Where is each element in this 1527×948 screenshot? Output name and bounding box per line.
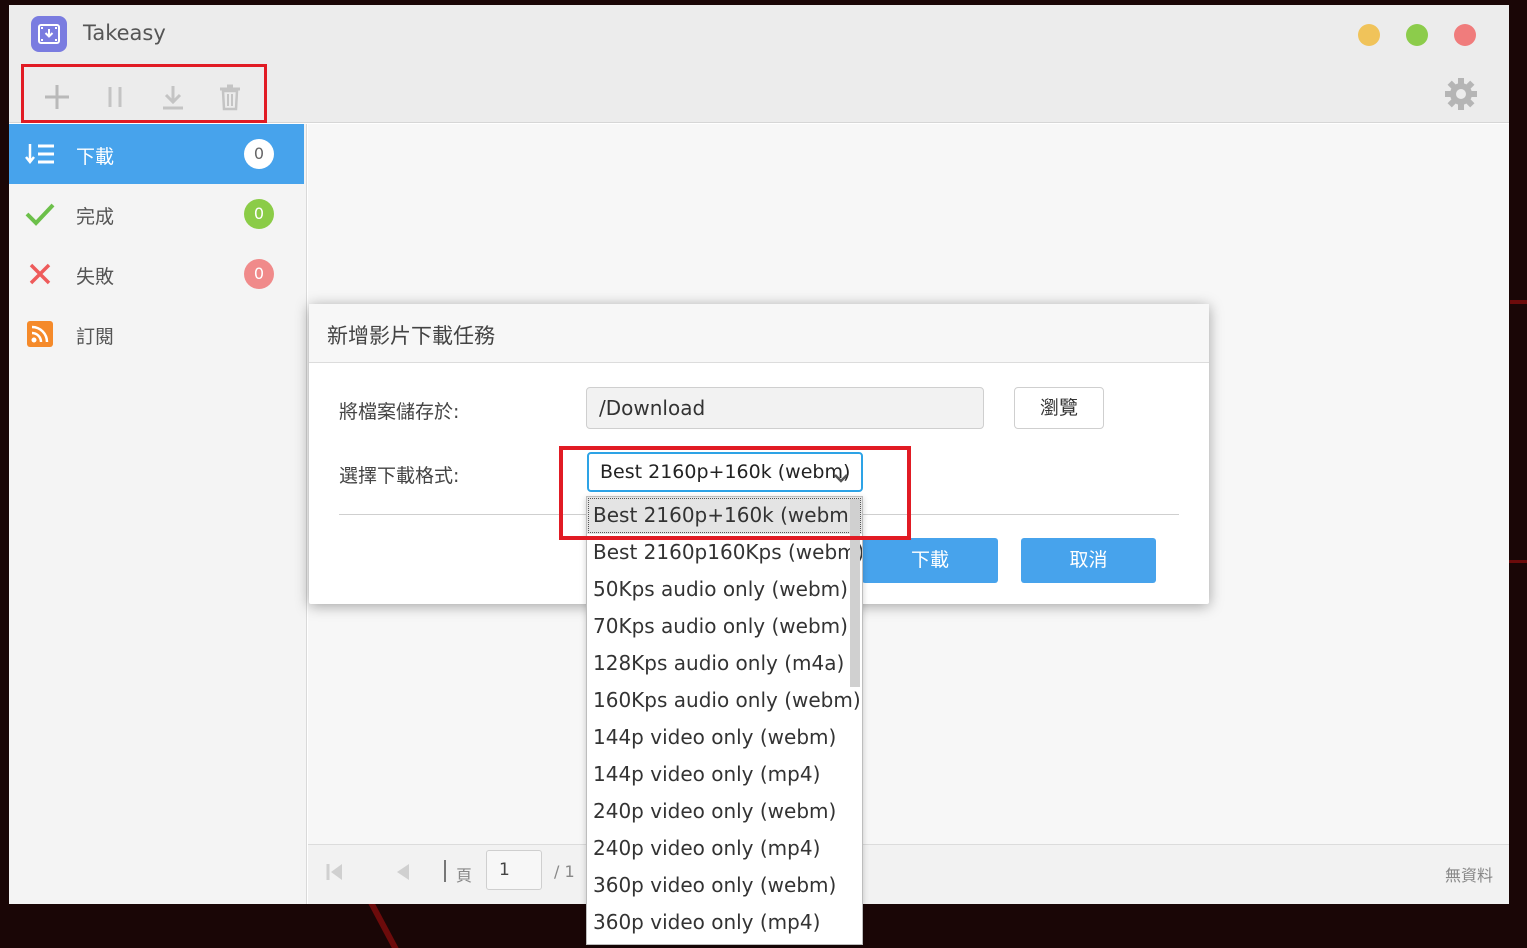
sidebar-item-label: 訂閱 xyxy=(76,326,115,348)
save-location-label: 將檔案儲存於: xyxy=(339,401,460,423)
plus-icon[interactable] xyxy=(41,81,73,113)
gear-icon[interactable] xyxy=(1444,77,1478,111)
dropdown-option[interactable]: 240p video only (webm) xyxy=(587,793,862,830)
dropdown-option[interactable]: 360p video only (webm) xyxy=(587,867,862,904)
sidebar-item-subscriptions[interactable]: 訂閱 xyxy=(9,304,304,364)
app-title: Takeasy xyxy=(83,21,166,45)
dropdown-option[interactable]: 144p video only (webm) xyxy=(587,719,862,756)
sidebar-item-label: 完成 xyxy=(76,206,115,228)
count-badge: 0 xyxy=(244,199,274,229)
minimize-button[interactable] xyxy=(1358,24,1380,46)
dialog-header: 新增影片下載任務 xyxy=(309,304,1209,363)
maximize-button[interactable] xyxy=(1406,24,1428,46)
scrollbar[interactable] xyxy=(850,499,860,687)
sidebar-item-completed[interactable]: 完成 0 xyxy=(9,184,304,244)
dropdown-option[interactable]: Best 2160p+160k (webm) xyxy=(587,497,862,534)
cross-icon xyxy=(25,260,55,288)
divider xyxy=(444,860,446,882)
download-list-icon xyxy=(25,140,55,168)
dropdown-option[interactable]: 128Kps audio only (m4a) xyxy=(587,645,862,682)
sidebar: 下載 0 完成 0 失敗 0 訂閱 xyxy=(9,124,307,904)
page-input[interactable]: 1 xyxy=(486,850,542,890)
trash-icon[interactable] xyxy=(214,81,246,113)
cancel-button[interactable]: 取消 xyxy=(1021,538,1156,583)
count-badge: 0 xyxy=(244,259,274,289)
format-dropdown-list: Best 2160p+160k (webm) Best 2160p160Kps … xyxy=(586,496,863,945)
sidebar-item-failed[interactable]: 失敗 0 xyxy=(9,244,304,304)
dropdown-option[interactable]: 160Kps audio only (webm) xyxy=(587,682,862,719)
format-select[interactable]: Best 2160p+160k (webm) xyxy=(587,452,863,492)
check-icon xyxy=(25,200,55,228)
chevron-down-icon xyxy=(833,462,849,498)
background-streak xyxy=(1510,300,1527,304)
dropdown-option[interactable]: 50Kps audio only (webm) xyxy=(587,571,862,608)
toolbar-highlight xyxy=(21,64,267,123)
dropdown-option[interactable]: Best 2160p160Kps (webm) xyxy=(587,534,862,571)
app-logo-icon xyxy=(31,16,67,52)
dropdown-option[interactable]: 360p video only (mp4) xyxy=(587,904,862,941)
format-label: 選擇下載格式: xyxy=(339,465,460,487)
dropdown-option[interactable]: 240p video only (mp4) xyxy=(587,830,862,867)
page-label: 頁 xyxy=(456,866,473,885)
sidebar-item-downloading[interactable]: 下載 0 xyxy=(9,124,304,184)
page-total: / 1 xyxy=(554,862,575,881)
status-text: 無資料 xyxy=(1444,866,1493,885)
count-badge: 0 xyxy=(244,139,274,169)
sidebar-item-label: 失敗 xyxy=(76,266,115,288)
download-button[interactable]: 下載 xyxy=(862,538,998,583)
save-path-input[interactable]: /Download xyxy=(586,387,984,429)
download-icon[interactable] xyxy=(157,81,189,113)
format-select-value: Best 2160p+160k (webm) xyxy=(600,461,851,483)
prev-page-icon[interactable] xyxy=(393,862,413,886)
sidebar-item-label: 下載 xyxy=(76,146,115,168)
dropdown-option[interactable]: 70Kps audio only (webm) xyxy=(587,608,862,645)
dropdown-option[interactable]: 144p video only (mp4) xyxy=(587,756,862,793)
first-page-icon[interactable] xyxy=(325,862,345,886)
pagination-bar: 頁 1 / 1 無資料 xyxy=(308,844,1509,904)
rss-icon xyxy=(25,320,55,348)
title-bar: Takeasy xyxy=(9,5,1509,123)
browse-button[interactable]: 瀏覽 xyxy=(1014,387,1104,429)
dialog-title: 新增影片下載任務 xyxy=(327,324,495,348)
close-button[interactable] xyxy=(1454,24,1476,46)
pause-icon[interactable] xyxy=(99,81,131,113)
